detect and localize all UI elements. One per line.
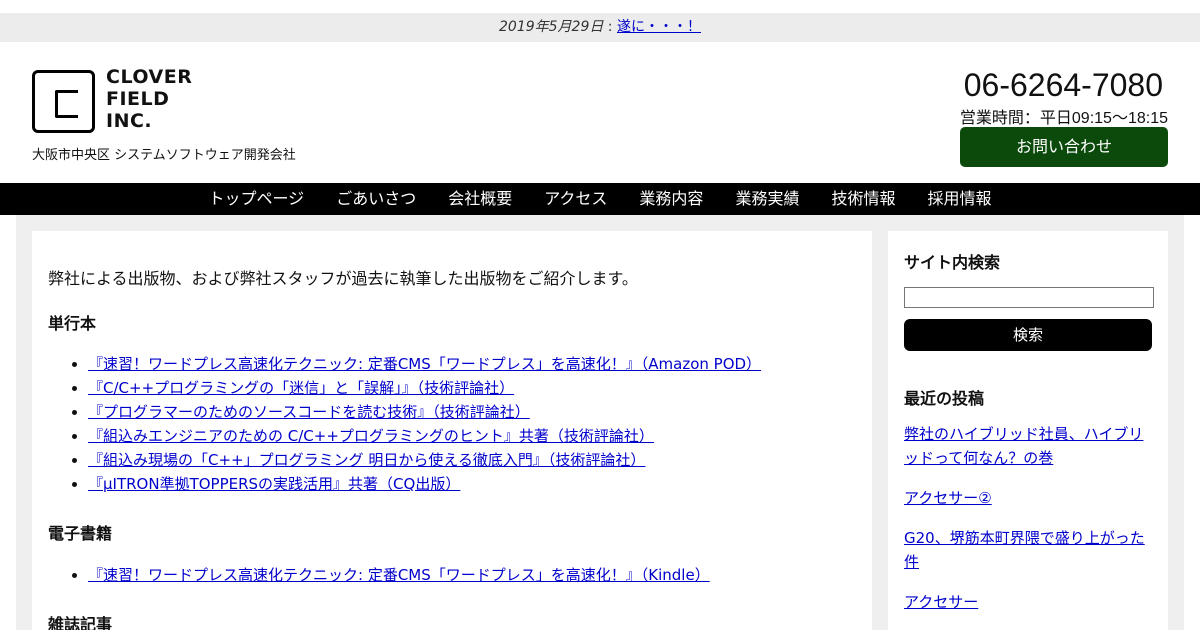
search-input[interactable] [904, 287, 1154, 308]
list-item: アクセサー [904, 590, 1152, 614]
list-item: G20、堺筋本町界隈で盛り上がった件 [904, 526, 1152, 574]
list-item: 『組込みエンジニアのための C/C++プログラミングのヒント』共著（技術評論社） [88, 424, 761, 448]
section-heading-magazine: 雑誌記事 [48, 615, 113, 630]
list-item: 『組込み現場の「C++」プログラミング 明日から使える徹底入門』（技術評論社） [88, 448, 761, 472]
notice-link[interactable]: 遂に・・・！ [617, 19, 701, 35]
book-link[interactable]: 『C/C++プログラミングの「迷信」と「誤解」』（技術評論社） [88, 379, 514, 397]
book-link[interactable]: 『組込み現場の「C++」プログラミング 明日から使える徹底入門』（技術評論社） [88, 451, 645, 469]
book-link[interactable]: 『プログラマーのためのソースコードを読む技術』（技術評論社） [88, 403, 530, 421]
book-link[interactable]: 『速習！ワードプレス高速化テクニック: 定番CMS「ワードプレス」を高速化！』（… [88, 355, 761, 373]
logo-c-shape [55, 90, 78, 118]
recent-post-link[interactable]: 弊社のハイブリッド社員、ハイブリッドって何なん？の巻 [904, 425, 1143, 467]
intro-text: 弊社による出版物、および弊社スタッフが過去に執筆した出版物をご紹介します。 [48, 269, 638, 288]
logo-text[interactable]: CLOVER FIELD INC. [106, 66, 192, 132]
search-heading: サイト内検索 [904, 253, 1001, 272]
business-hours: 営業時間：平日09:15〜18:15 [959, 110, 1168, 127]
nav-item-recruit[interactable]: 採用情報 [911, 183, 1007, 215]
notice-date: 2019年5月29日 [499, 19, 604, 35]
nav-item-tech-info[interactable]: 技術情報 [815, 183, 911, 215]
site-tagline: 大阪市中央区 システムソフトウェア開発会社 [32, 148, 296, 163]
ebook-link[interactable]: 『速習！ワードプレス高速化テクニック: 定番CMS「ワードプレス」を高速化！』（… [88, 566, 710, 584]
main-content: 弊社による出版物、および弊社スタッフが過去に執筆した出版物をご紹介します。 単行… [32, 231, 872, 630]
list-item: 『μITRON準拠TOPPERSの実践活用』共著（CQ出版） [88, 472, 761, 496]
nav-item-company[interactable]: 会社概要 [432, 183, 528, 215]
logo-line-2: FIELD [106, 88, 170, 110]
recent-posts-heading: 最近の投稿 [904, 389, 985, 408]
list-item: 『速習！ワードプレス高速化テクニック: 定番CMS「ワードプレス」を高速化！』（… [88, 563, 710, 587]
nav-item-services[interactable]: 業務内容 [623, 183, 719, 215]
ebooks-list: 『速習！ワードプレス高速化テクニック: 定番CMS「ワードプレス」を高速化！』（… [48, 563, 710, 587]
nav-item-results[interactable]: 業務実績 [719, 183, 815, 215]
list-item: 『プログラマーのためのソースコードを読む技術』（技術評論社） [88, 400, 761, 424]
list-item: 弊社のハイブリッド社員、ハイブリッドって何なん？の巻 [904, 422, 1152, 470]
nav-item-top[interactable]: トップページ [193, 183, 321, 215]
section-heading-books: 単行本 [48, 314, 97, 333]
logo-line-3: INC. [106, 110, 153, 132]
list-item: アクセサー② [904, 486, 1152, 510]
sidebar: サイト内検索 検索 最近の投稿 弊社のハイブリッド社員、ハイブリッドって何なん？… [888, 231, 1168, 630]
contact-button[interactable]: お問い合わせ [960, 127, 1168, 167]
recent-posts-list: 弊社のハイブリッド社員、ハイブリッドって何なん？の巻 アクセサー② G20、堺筋… [904, 422, 1152, 630]
notice-bar: 2019年5月29日 : 遂に・・・！ [0, 13, 1200, 42]
book-link[interactable]: 『μITRON準拠TOPPERSの実践活用』共著（CQ出版） [88, 475, 460, 493]
recent-post-link[interactable]: アクセサー [904, 593, 978, 611]
section-heading-ebooks: 電子書籍 [48, 524, 113, 543]
recent-post-link[interactable]: G20、堺筋本町界隈で盛り上がった件 [904, 529, 1145, 571]
logo-line-1: CLOVER [106, 66, 193, 88]
search-button[interactable]: 検索 [904, 319, 1152, 351]
notice-separator: : [603, 19, 617, 35]
recent-post-link[interactable]: アクセサー② [904, 489, 992, 507]
nav-item-access[interactable]: アクセス [528, 183, 623, 215]
books-list: 『速習！ワードプレス高速化テクニック: 定番CMS「ワードプレス」を高速化！』（… [48, 352, 761, 496]
logo-mark-icon[interactable] [32, 70, 95, 133]
list-item: 『C/C++プログラミングの「迷信」と「誤解」』（技術評論社） [88, 376, 761, 400]
nav-item-greeting[interactable]: ごあいさつ [320, 183, 432, 215]
main-nav: トップページ ごあいさつ 会社概要 アクセス 業務内容 業務実績 技術情報 採用… [0, 183, 1200, 215]
list-item: 『速習！ワードプレス高速化テクニック: 定番CMS「ワードプレス」を高速化！』（… [88, 352, 761, 376]
phone-number: 06-6264-7080 [963, 67, 1163, 103]
book-link[interactable]: 『組込みエンジニアのための C/C++プログラミングのヒント』共著（技術評論社） [88, 427, 654, 445]
site-header: CLOVER FIELD INC. 大阪市中央区 システムソフトウェア開発会社 … [0, 42, 1200, 183]
